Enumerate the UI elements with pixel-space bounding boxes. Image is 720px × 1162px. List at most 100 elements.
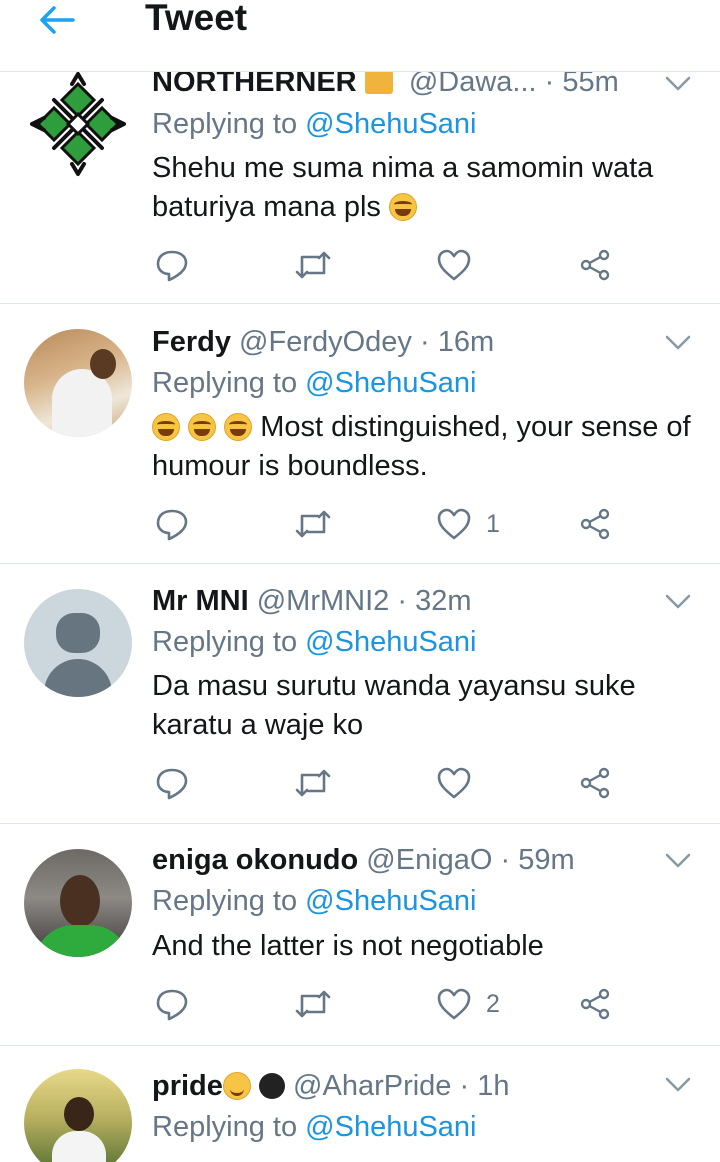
handle[interactable]: @AharPride: [293, 1070, 451, 1102]
retweet-icon: [295, 251, 331, 279]
tweet-header: eniga okonudo @EnigaO · 59m: [152, 843, 575, 877]
retweet-button[interactable]: [294, 982, 332, 1026]
tweet-item[interactable]: Ferdy @FerdyOdey · 16m Replying to @Sheh…: [0, 305, 720, 564]
tweet-item[interactable]: NORTHERNER ​ @Dawa... · 55m Replying to …: [0, 66, 720, 304]
bomb-emoji-icon: [258, 1073, 285, 1099]
avatar-figure: [52, 369, 112, 437]
reply-button[interactable]: [154, 243, 190, 287]
laughing-emoji-icon: [188, 413, 217, 441]
replying-to-label: Replying to: [152, 1111, 306, 1143]
tweet-item[interactable]: Mr MNI @MrMNI2 · 32m Replying to @ShehuS…: [0, 565, 720, 824]
reply-icon: [156, 989, 188, 1021]
replying-to-label: Replying to: [152, 626, 306, 658]
replying-to-label: Replying to: [152, 367, 306, 399]
tweet-header: Ferdy @FerdyOdey · 16m: [152, 325, 494, 359]
avatar[interactable]: [24, 70, 132, 178]
reply-button[interactable]: [154, 761, 190, 805]
separator: ·: [500, 844, 511, 876]
timestamp[interactable]: 1h: [477, 1070, 509, 1102]
page-title: Tweet: [145, 0, 248, 38]
display-name[interactable]: pride: [152, 1070, 223, 1102]
share-button[interactable]: [578, 982, 612, 1026]
reply-button[interactable]: [154, 982, 190, 1026]
tweet-item[interactable]: eniga okonudo @EnigaO · 59m Replying to …: [0, 825, 720, 1046]
retweet-button[interactable]: [294, 761, 332, 805]
chevron-down-icon[interactable]: [664, 592, 692, 612]
like-button[interactable]: 1: [436, 502, 500, 546]
action-bar: 2: [152, 982, 632, 1026]
avatar[interactable]: [24, 589, 132, 697]
timestamp[interactable]: 16m: [438, 326, 494, 358]
replying-to: Replying to @ShehuSani: [152, 1110, 477, 1144]
like-button[interactable]: [436, 243, 486, 287]
reply-button[interactable]: [154, 502, 190, 546]
top-bar: Tweet: [0, 0, 720, 72]
back-button[interactable]: [34, 0, 80, 40]
chevron-down-icon[interactable]: [664, 851, 692, 871]
reply-icon: [156, 250, 188, 282]
chevron-down-icon[interactable]: [664, 74, 692, 94]
chevron-down-icon[interactable]: [664, 1075, 692, 1095]
default-avatar-body: [44, 659, 112, 697]
avatar[interactable]: [24, 329, 132, 437]
separator: ·: [420, 326, 430, 358]
chevron-down-icon[interactable]: [664, 333, 692, 353]
avatar-head: [90, 349, 116, 379]
tweet-text: Da masu surutu wanda yayansu suke karatu…: [152, 670, 636, 741]
display-name[interactable]: Mr MNI: [152, 585, 249, 617]
avatar[interactable]: [24, 849, 132, 957]
like-count: 2: [486, 989, 500, 1018]
share-icon: [580, 508, 610, 540]
separator: ·: [397, 585, 408, 617]
replying-to: Replying to @ShehuSani: [152, 884, 477, 918]
display-name[interactable]: Ferdy: [152, 326, 231, 358]
like-icon: [437, 249, 471, 281]
like-button[interactable]: 2: [436, 982, 500, 1026]
default-avatar-head: [56, 613, 100, 653]
avatar-shirt: [52, 1131, 106, 1162]
handle[interactable]: @MrMNI2: [257, 585, 390, 617]
replying-to: Replying to @ShehuSani: [152, 107, 477, 141]
avatar[interactable]: [24, 1069, 132, 1162]
share-button[interactable]: [578, 502, 612, 546]
action-bar: [152, 243, 632, 287]
retweet-icon: [295, 990, 331, 1018]
mention-link[interactable]: @ShehuSani: [305, 885, 476, 917]
timestamp[interactable]: 59m: [518, 844, 574, 876]
handle[interactable]: @EnigaO: [366, 844, 492, 876]
share-icon: [580, 249, 610, 281]
like-button[interactable]: [436, 761, 486, 805]
replying-to: Replying to @ShehuSani: [152, 366, 477, 400]
timestamp[interactable]: 32m: [415, 585, 471, 617]
share-button[interactable]: [578, 243, 612, 287]
mention-link[interactable]: @ShehuSani: [305, 367, 476, 399]
handle[interactable]: @FerdyOdey: [239, 326, 412, 358]
mention-link[interactable]: @ShehuSani: [305, 1111, 476, 1143]
share-icon: [580, 988, 610, 1020]
mention-link[interactable]: @ShehuSani: [305, 626, 476, 658]
tweet-item[interactable]: pride @AharPride · 1h Replying to @Shehu…: [0, 1047, 720, 1162]
display-name[interactable]: eniga okonudo: [152, 844, 358, 876]
retweet-button[interactable]: [294, 502, 332, 546]
smiling-emoji-icon: [222, 1072, 251, 1100]
like-count: 1: [486, 509, 500, 538]
arewa-knot-logo: [30, 72, 126, 176]
laughing-emoji-icon: [152, 413, 180, 441]
tweet-text: Most distinguished, your sense of humour…: [152, 408, 697, 486]
replying-to-label: Replying to: [152, 885, 306, 917]
retweet-icon: [295, 769, 331, 797]
retweet-icon: [295, 510, 331, 538]
laughing-emoji-icon: [388, 193, 417, 221]
like-icon: [437, 767, 471, 799]
retweet-button[interactable]: [294, 243, 332, 287]
mention-link[interactable]: @ShehuSani: [305, 108, 476, 140]
tweet-text: Shehu me suma nima a samomin wata baturi…: [152, 149, 697, 227]
laughing-emoji-icon: [224, 413, 253, 441]
share-button[interactable]: [578, 761, 612, 805]
reply-icon: [156, 768, 188, 800]
back-arrow-icon: [40, 6, 75, 34]
like-icon: [437, 988, 471, 1020]
tweet-text: And the latter is not negotiable: [152, 930, 544, 962]
avatar-shirt: [34, 925, 130, 957]
like-icon: [437, 508, 471, 540]
